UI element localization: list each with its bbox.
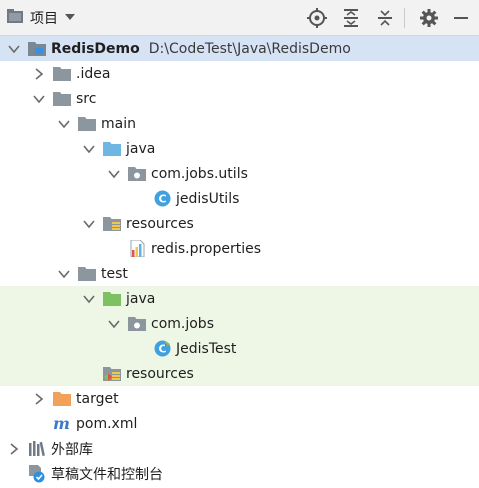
tree-item-label: redis.properties — [151, 240, 262, 257]
chevron-right-icon[interactable] — [31, 391, 47, 407]
tree-item-label: 外部库 — [51, 441, 93, 458]
tree-row[interactable]: m pom.xml — [0, 411, 479, 436]
test-source-folder-icon — [103, 291, 121, 307]
tree-item-label: resources — [126, 365, 194, 382]
tree-item-label: com.jobs — [151, 315, 214, 332]
tree-item-label: main — [101, 115, 136, 132]
collapse-all-icon[interactable] — [373, 6, 397, 30]
chevron-down-icon[interactable] — [81, 291, 97, 307]
tree-item-label: java — [126, 290, 156, 307]
maven-icon: m — [53, 416, 71, 432]
test-class-icon: C — [153, 340, 171, 357]
chevron-down-icon[interactable] — [56, 116, 72, 132]
tree-item-label: .idea — [76, 65, 111, 82]
tree-row[interactable]: com.jobs.utils — [0, 161, 479, 186]
package-icon — [128, 166, 146, 182]
project-tree: RedisDemo D:\CodeTest\Java\RedisDemo .idea… — [0, 36, 479, 488]
tree-row[interactable]: resources — [0, 211, 479, 236]
tree-row[interactable]: com.jobs — [0, 311, 479, 336]
scratches-icon — [28, 464, 46, 482]
chevron-down-icon[interactable] — [81, 216, 97, 232]
tree-item-label: src — [76, 90, 97, 107]
source-folder-icon — [103, 141, 121, 157]
tree-row[interactable]: target — [0, 386, 479, 411]
chevron-down-icon[interactable] — [6, 41, 22, 57]
folder-icon — [78, 266, 96, 282]
tree-row[interactable]: .idea — [0, 61, 479, 86]
dropdown-arrow-icon[interactable] — [64, 10, 76, 26]
tree-item-label: jedisUtils — [176, 190, 240, 207]
gear-icon[interactable] — [417, 6, 441, 30]
tree-item-label: JedisTest — [176, 340, 237, 357]
tree-row[interactable]: 草稿文件和控制台 — [0, 461, 479, 486]
module-path: D:\CodeTest\Java\RedisDemo — [148, 40, 351, 57]
tree-item-label: com.jobs.utils — [151, 165, 248, 182]
chevron-down-icon[interactable] — [81, 141, 97, 157]
tree-row[interactable]: src — [0, 86, 479, 111]
tree-item-label: target — [76, 390, 119, 407]
view-title: 项目 — [30, 11, 58, 27]
java-class-icon: C — [153, 190, 171, 207]
tree-item-label: 草稿文件和控制台 — [51, 466, 163, 483]
folder-icon — [78, 116, 96, 132]
svg-text:m: m — [53, 416, 70, 431]
tree-row[interactable]: java — [0, 286, 479, 311]
tree-item-label: pom.xml — [76, 415, 138, 432]
chevron-right-icon[interactable] — [31, 66, 47, 82]
toolbar-separator — [404, 8, 405, 28]
chevron-down-icon[interactable] — [106, 166, 122, 182]
locate-icon[interactable] — [305, 6, 329, 30]
expand-all-icon[interactable] — [339, 6, 363, 30]
module-folder-icon — [28, 41, 46, 57]
tree-row[interactable]: RedisDemo D:\CodeTest\Java\RedisDemo — [0, 36, 479, 61]
folder-icon — [53, 66, 71, 82]
tree-row[interactable]: 外部库 — [0, 436, 479, 461]
resources-folder-icon — [103, 216, 121, 232]
chevron-down-icon[interactable] — [31, 91, 47, 107]
tree-row[interactable]: CjedisUtils — [0, 186, 479, 211]
package-icon — [128, 316, 146, 332]
tree-item-label: resources — [126, 215, 194, 232]
tree-row[interactable]: resources — [0, 361, 479, 386]
chevron-down-icon[interactable] — [56, 266, 72, 282]
tree-item-label: RedisDemo — [51, 40, 140, 57]
view-selector[interactable]: 项目 — [6, 0, 76, 36]
libraries-icon — [28, 440, 46, 457]
test-resources-folder-icon — [103, 366, 121, 382]
tree-row[interactable]: C JedisTest — [0, 336, 479, 361]
tree-item-label: test — [101, 265, 128, 282]
excluded-folder-icon — [53, 391, 71, 407]
minimize-icon[interactable] — [449, 6, 473, 30]
tree-row[interactable]: test — [0, 261, 479, 286]
project-view-icon — [6, 8, 24, 28]
svg-text:C: C — [158, 193, 166, 206]
chevron-down-icon[interactable] — [106, 316, 122, 332]
tree-row[interactable]: redis.properties — [0, 236, 479, 261]
tree-item-label: java — [126, 140, 156, 157]
folder-icon — [53, 91, 71, 107]
tree-row[interactable]: java — [0, 136, 479, 161]
chevron-right-icon[interactable] — [6, 441, 22, 457]
project-toolbar: 项目 — [0, 0, 479, 36]
properties-file-icon — [128, 240, 146, 257]
tree-row[interactable]: main — [0, 111, 479, 136]
